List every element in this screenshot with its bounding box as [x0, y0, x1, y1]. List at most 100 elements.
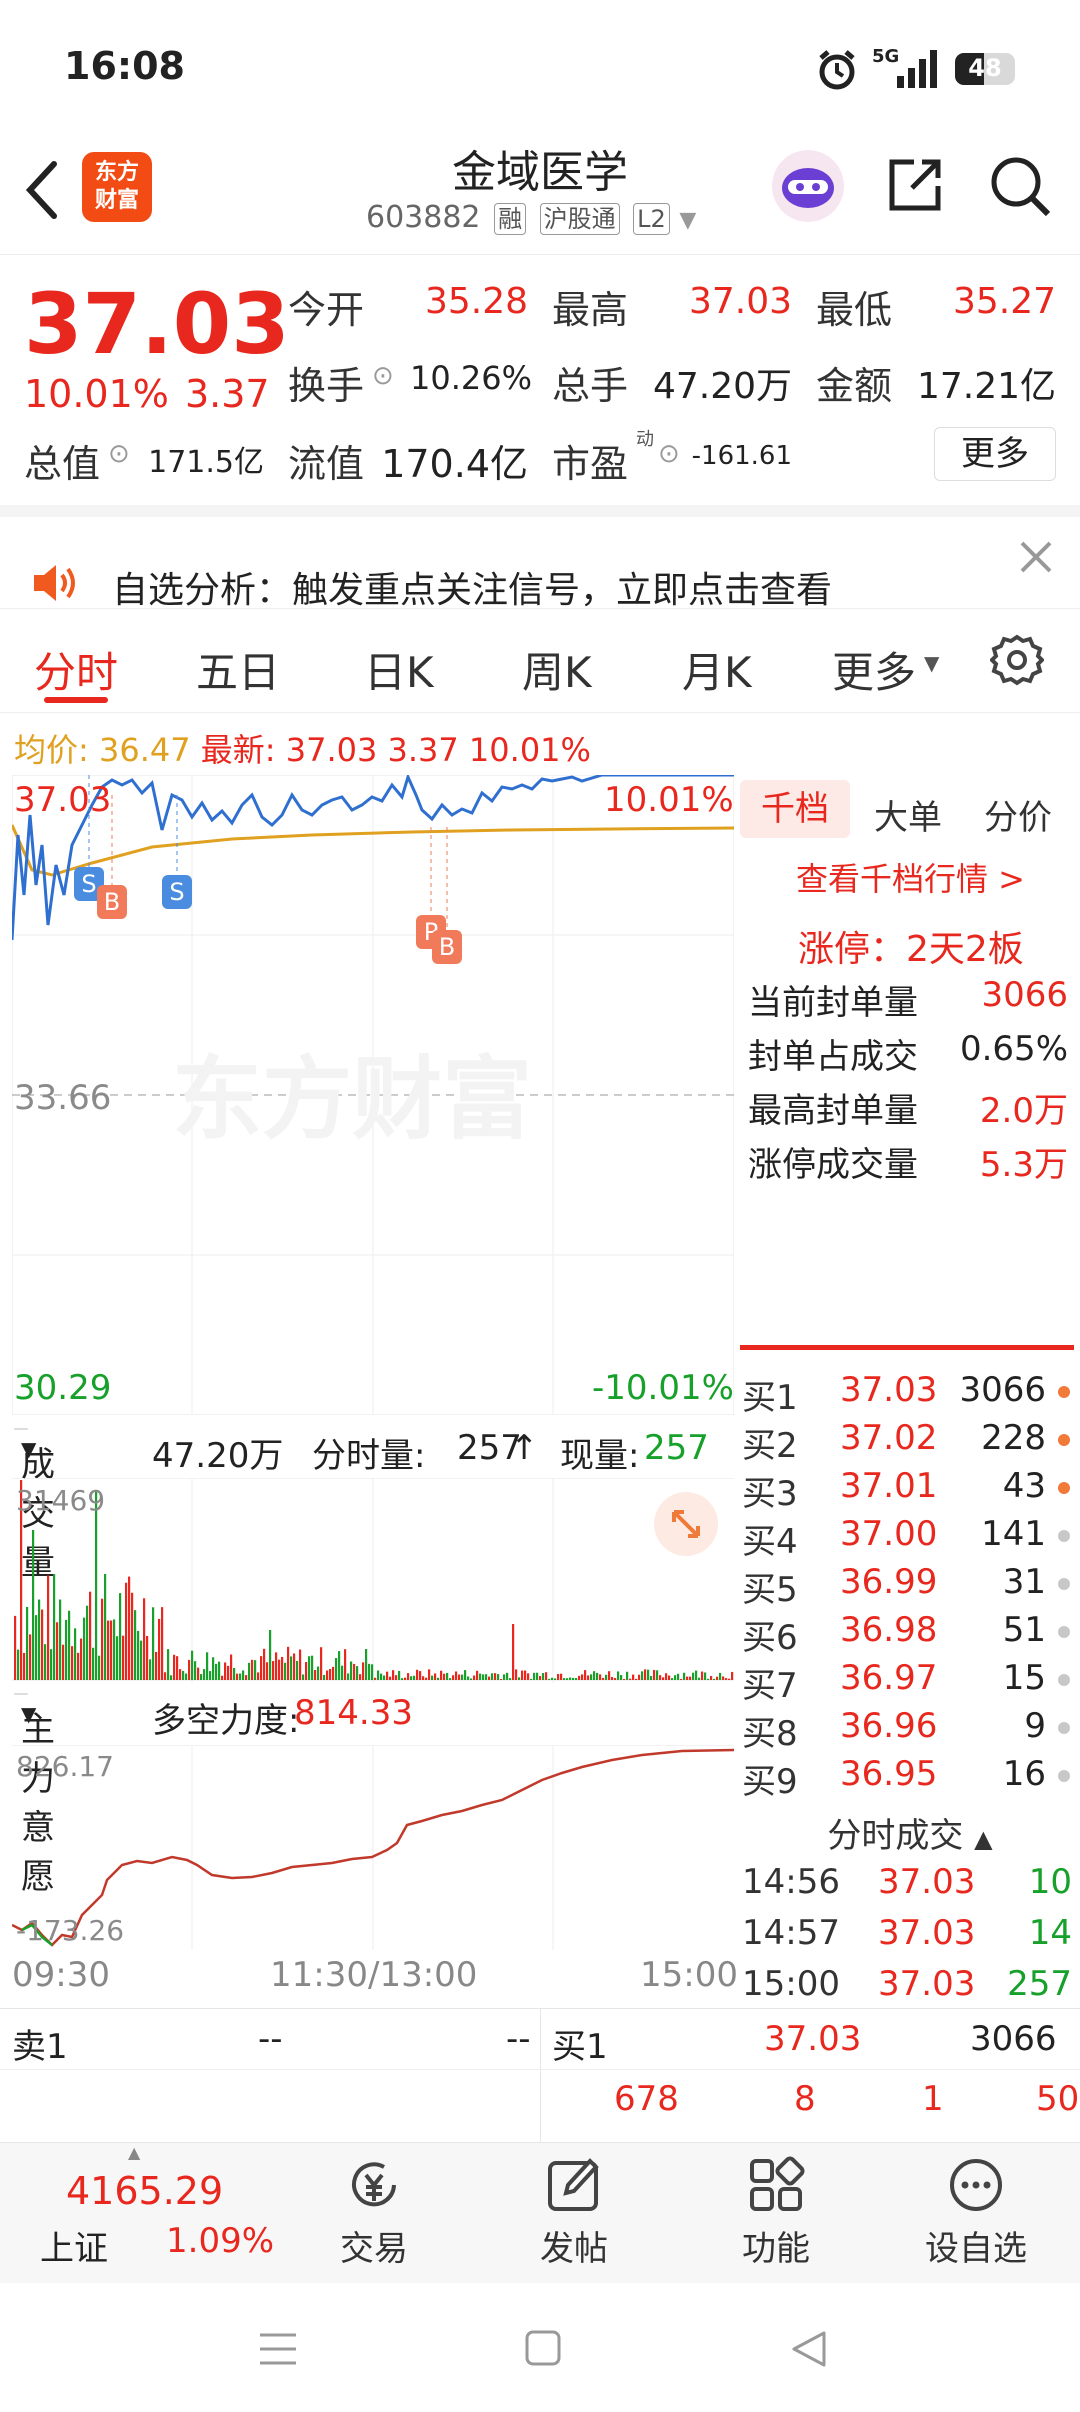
tab-more[interactable]: 更多: [832, 639, 916, 700]
nav-label: 功能: [742, 2229, 810, 2269]
volume-bar: [569, 1677, 572, 1680]
info-icon[interactable]: ⊙: [108, 439, 130, 469]
gear-icon[interactable]: [990, 633, 1044, 687]
last-price: 37.03: [24, 275, 290, 373]
chevron-down-icon[interactable]: ▼: [679, 208, 696, 233]
order-book-row[interactable]: 买8 36.96 9: [742, 1706, 1072, 1754]
volume-bar: [341, 1665, 344, 1680]
tab-five-day[interactable]: 五日: [196, 639, 280, 700]
volume-bar: [584, 1670, 587, 1680]
order-book-row[interactable]: 买4 37.00 141: [742, 1514, 1072, 1562]
stat-value: 3066: [981, 975, 1068, 1015]
info-icon[interactable]: ⊙: [372, 361, 394, 391]
trades-header[interactable]: 分时成交 ▲: [740, 1808, 1080, 1857]
search-icon[interactable]: [988, 154, 1052, 218]
volume-bar: [560, 1673, 563, 1680]
home-icon[interactable]: [524, 2329, 562, 2367]
strip-value-4: 50: [1036, 2079, 1080, 2119]
analysis-banner[interactable]: 自选分析：触发重点关注信号，立即点击查看: [0, 517, 1080, 611]
volume-bar: [710, 1676, 713, 1680]
volume-bar: [545, 1672, 548, 1680]
tab-weekly-k[interactable]: 周K: [522, 639, 592, 700]
order-book-row[interactable]: 买9 36.95 16: [742, 1754, 1072, 1802]
order-book-row[interactable]: 买5 36.99 31: [742, 1562, 1072, 1610]
order-qty: 141: [981, 1514, 1046, 1554]
volume-bar: [272, 1661, 275, 1680]
volume-bar: [38, 1599, 41, 1680]
order-price: 36.98: [840, 1610, 938, 1650]
volume-bar: [371, 1664, 374, 1680]
volume-indicator-select[interactable]: 成交量 ▼: [14, 1428, 55, 1583]
share-icon[interactable]: [884, 154, 946, 216]
system-nav-bar: [0, 2283, 1080, 2412]
nav-trade[interactable]: 交易: [274, 2155, 474, 2270]
order-book-row[interactable]: 买2 37.02 228: [742, 1418, 1072, 1466]
volume-bar: [416, 1669, 419, 1680]
tab-big-orders[interactable]: 大单: [874, 790, 942, 839]
volume-bar: [44, 1644, 47, 1680]
main-force-select[interactable]: 主力意愿 ▼: [14, 1693, 55, 1897]
index-ticker[interactable]: ▲ 4165.29 上证 1.09%: [0, 2143, 274, 2283]
order-price: 37.02: [840, 1418, 938, 1458]
nav-label: 交易: [340, 2229, 408, 2269]
info-icon[interactable]: ⊙: [658, 439, 680, 469]
avg-label: 均价:: [14, 731, 89, 769]
volume-bar: [59, 1599, 62, 1680]
volume-bar: [668, 1675, 671, 1680]
volume-bar: [185, 1673, 188, 1680]
nav-post[interactable]: 发帖: [474, 2155, 674, 2270]
trade-qty: 257: [1007, 1964, 1072, 2004]
volume-bar: [359, 1674, 362, 1680]
chart-top-pct: 10.01%: [604, 780, 734, 820]
order-qty: 31: [1002, 1562, 1046, 1602]
stat-row: 当前封单量 3066: [748, 975, 1068, 1024]
tab-daily-k[interactable]: 日K: [364, 639, 434, 700]
volume-bar: [134, 1610, 137, 1680]
volume-chart[interactable]: [12, 1478, 734, 1683]
volume-bar: [131, 1592, 134, 1680]
volume-bar: [578, 1675, 581, 1680]
volume-bar: [707, 1678, 710, 1680]
volume-bar: [104, 1574, 107, 1680]
volume-bar: [656, 1670, 659, 1680]
menu-icon[interactable]: [258, 2331, 298, 2367]
expand-icon[interactable]: [652, 1490, 720, 1558]
volume-bar: [173, 1654, 176, 1680]
tab-intraday[interactable]: 分时: [34, 639, 118, 700]
more-button[interactable]: 更多: [934, 427, 1056, 481]
volume-bar: [494, 1673, 497, 1680]
volume-bar: [23, 1652, 26, 1680]
volume-value: 47.20万: [652, 366, 792, 407]
close-icon[interactable]: [1018, 539, 1054, 575]
volume-bar: [485, 1674, 488, 1680]
volume-bar: [251, 1659, 254, 1680]
order-book-row[interactable]: 买1 37.03 3066: [742, 1370, 1072, 1418]
nav-functions[interactable]: 功能: [676, 2155, 876, 2270]
order-book-row[interactable]: 买3 37.01 43: [742, 1466, 1072, 1514]
volume-header: 成交量 ▼ 47.20万 分时量: 257 ↑ 现量: 257: [12, 1420, 734, 1583]
back-nav-icon[interactable]: [790, 2329, 828, 2369]
volume-bar: [53, 1573, 56, 1680]
volume-bar: [482, 1674, 485, 1680]
order-qty: 228: [981, 1418, 1046, 1458]
volume-bar: [287, 1646, 290, 1680]
order-book-row[interactable]: 买7 36.97 15: [742, 1658, 1072, 1706]
tab-thousand-level[interactable]: 千档: [740, 780, 850, 838]
volume-bar: [98, 1655, 101, 1680]
order-book-row[interactable]: 买6 36.98 51: [742, 1610, 1072, 1658]
volume-bar: [680, 1678, 683, 1680]
tab-price-distribution[interactable]: 分价: [984, 790, 1052, 839]
volume-bar: [374, 1677, 377, 1680]
volume-bar: [305, 1661, 308, 1680]
volume-bar: [452, 1675, 455, 1680]
volume-bar: [665, 1673, 668, 1680]
nav-add-watchlist[interactable]: 设自选: [876, 2155, 1076, 2270]
main-force-header: 主力意愿 ▼ 多空力度: 814.33: [12, 1685, 734, 1897]
intraday-price-chart[interactable]: 东方财富 S B S P B: [12, 775, 734, 1415]
view-depth-link[interactable]: 查看千档行情 >: [796, 854, 1025, 900]
assistant-avatar-icon[interactable]: [770, 148, 846, 224]
float-value: 170.4亿: [381, 442, 528, 486]
volume-bar: [413, 1675, 416, 1680]
power-value: 814.33: [294, 1693, 413, 1733]
tab-monthly-k[interactable]: 月K: [682, 639, 752, 700]
